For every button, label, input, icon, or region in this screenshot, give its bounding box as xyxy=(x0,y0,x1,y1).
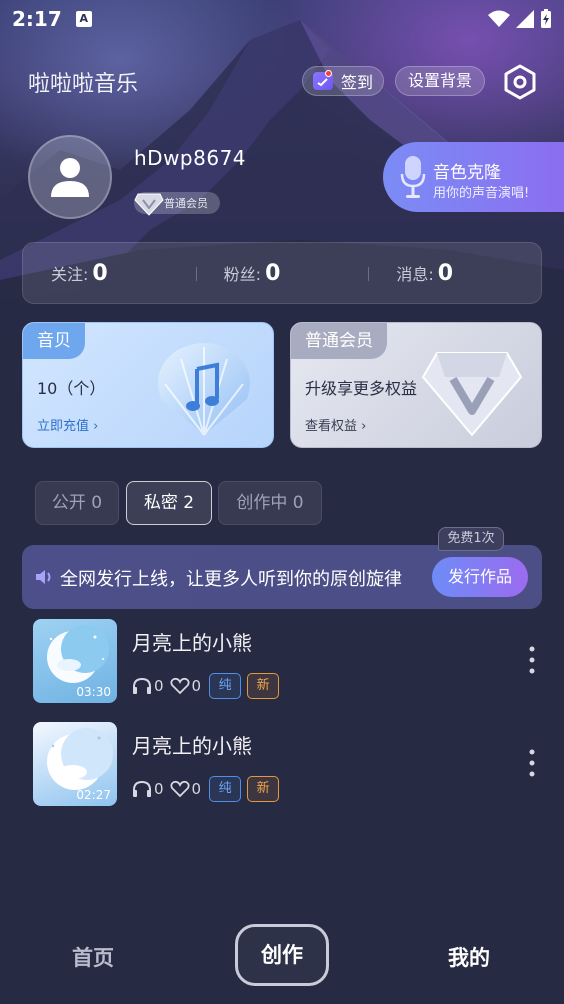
play-count: 0 xyxy=(154,780,164,798)
divider xyxy=(195,266,197,281)
tab-drafts[interactable]: 创作中 0 xyxy=(218,481,322,525)
more-options-icon[interactable] xyxy=(524,645,540,675)
divider xyxy=(368,266,370,281)
like-count: 0 xyxy=(191,780,202,798)
more-options-icon[interactable] xyxy=(524,748,540,778)
song-item[interactable]: 02:27 月亮上的小熊 0 0 纯 新 xyxy=(0,722,564,808)
stat-label: 消息: xyxy=(396,265,434,284)
app-title: 啦啦啦音乐 xyxy=(28,72,139,97)
stats-bar: 关注: 0 粉丝: 0 消息: 0 xyxy=(22,242,542,304)
heart-icon[interactable] xyxy=(169,677,190,695)
voice-clone-button[interactable]: 音色克隆 用你的声音演唱! xyxy=(383,142,564,212)
set-background-button[interactable]: 设置背景 xyxy=(395,66,485,96)
status-indicators xyxy=(488,9,552,29)
song-meta: 0 0 纯 新 xyxy=(132,673,280,699)
avatar[interactable] xyxy=(28,135,112,219)
song-duration: 02:27 xyxy=(76,788,111,802)
speaker-icon xyxy=(36,570,51,584)
diamond-icon xyxy=(134,193,164,216)
stat-fans[interactable]: 粉丝: 0 xyxy=(195,260,369,286)
user-icon xyxy=(51,158,89,197)
stat-value: 0 xyxy=(265,260,281,286)
headphones-icon xyxy=(133,677,151,694)
card-tag: 普通会员 xyxy=(291,323,387,359)
checkin-button[interactable]: 签到 xyxy=(302,66,384,96)
song-meta: 0 0 纯 新 xyxy=(132,776,280,802)
free-once-badge: 免费1次 xyxy=(438,527,504,551)
voice-clone-subtitle: 用你的声音演唱! xyxy=(433,186,530,201)
publish-promo-banner: 全网发行上线，让更多人听到你的原创旋律 发行作品 xyxy=(22,545,542,609)
stat-following[interactable]: 关注: 0 xyxy=(23,261,196,286)
new-tag: 新 xyxy=(247,673,280,699)
song-cover: 03:30 xyxy=(33,619,117,703)
nav-mine[interactable]: 我的 xyxy=(448,942,490,972)
signal-icon xyxy=(516,10,534,28)
promo-text: 全网发行上线，让更多人听到你的原创旋律 xyxy=(60,569,402,590)
membership-upgrade-text: 升级享更多权益 xyxy=(305,379,418,398)
song-cover: 02:27 xyxy=(33,722,117,806)
wifi-icon xyxy=(488,10,510,27)
pure-tag: 纯 xyxy=(209,673,242,699)
microphone-icon xyxy=(400,156,426,198)
status-bar: 2:17 A xyxy=(0,0,564,38)
notification-dot xyxy=(325,70,332,77)
checkin-label: 签到 xyxy=(341,73,374,92)
member-badge[interactable]: 普通会员 xyxy=(134,192,220,216)
like-count: 0 xyxy=(191,677,202,695)
stat-messages[interactable]: 消息: 0 xyxy=(368,261,541,286)
publish-work-button[interactable]: 发行作品 xyxy=(432,557,528,597)
heart-icon[interactable] xyxy=(169,780,190,798)
username: hDwp8674 xyxy=(134,146,247,170)
status-time: 2:17 xyxy=(12,7,62,31)
member-level: 普通会员 xyxy=(164,197,208,210)
bottom-navigation: 首页 创作 我的 xyxy=(0,918,564,1004)
membership-card[interactable]: 普通会员 升级享更多权益 查看权益 › xyxy=(290,322,542,448)
song-title: 月亮上的小熊 xyxy=(132,734,252,758)
accessibility-icon: A xyxy=(75,11,92,27)
nav-create[interactable]: 创作 xyxy=(235,924,329,986)
tab-public[interactable]: 公开 0 xyxy=(35,481,119,525)
view-benefits-link[interactable]: 查看权益 › xyxy=(305,415,366,434)
diamond-v-icon xyxy=(421,352,523,437)
stat-label: 关注: xyxy=(51,265,89,284)
calendar-icon xyxy=(313,70,333,90)
stat-value: 0 xyxy=(92,260,108,286)
headphones-icon xyxy=(133,780,151,797)
tab-private[interactable]: 私密 2 xyxy=(126,481,212,525)
song-duration: 03:30 xyxy=(76,685,111,699)
play-count: 0 xyxy=(154,677,164,695)
settings-icon[interactable] xyxy=(500,62,540,102)
stat-label: 粉丝: xyxy=(223,265,262,284)
new-tag: 新 xyxy=(247,776,280,802)
nav-home[interactable]: 首页 xyxy=(72,942,114,972)
battery-icon xyxy=(541,9,551,28)
song-title: 月亮上的小熊 xyxy=(132,631,252,655)
voice-clone-title: 音色克隆 xyxy=(433,163,501,183)
stat-value: 0 xyxy=(437,260,454,286)
shell-balance: 10（个） xyxy=(37,379,106,398)
pure-tag: 纯 xyxy=(209,776,242,802)
card-tag: 音贝 xyxy=(23,323,85,359)
shell-currency-card[interactable]: 音贝 10（个） 立即充值 › xyxy=(22,322,274,448)
song-item[interactable]: 03:30 月亮上的小熊 0 0 纯 新 xyxy=(0,619,564,705)
recharge-link[interactable]: 立即充值 › xyxy=(37,415,98,434)
shell-music-icon xyxy=(158,343,250,436)
